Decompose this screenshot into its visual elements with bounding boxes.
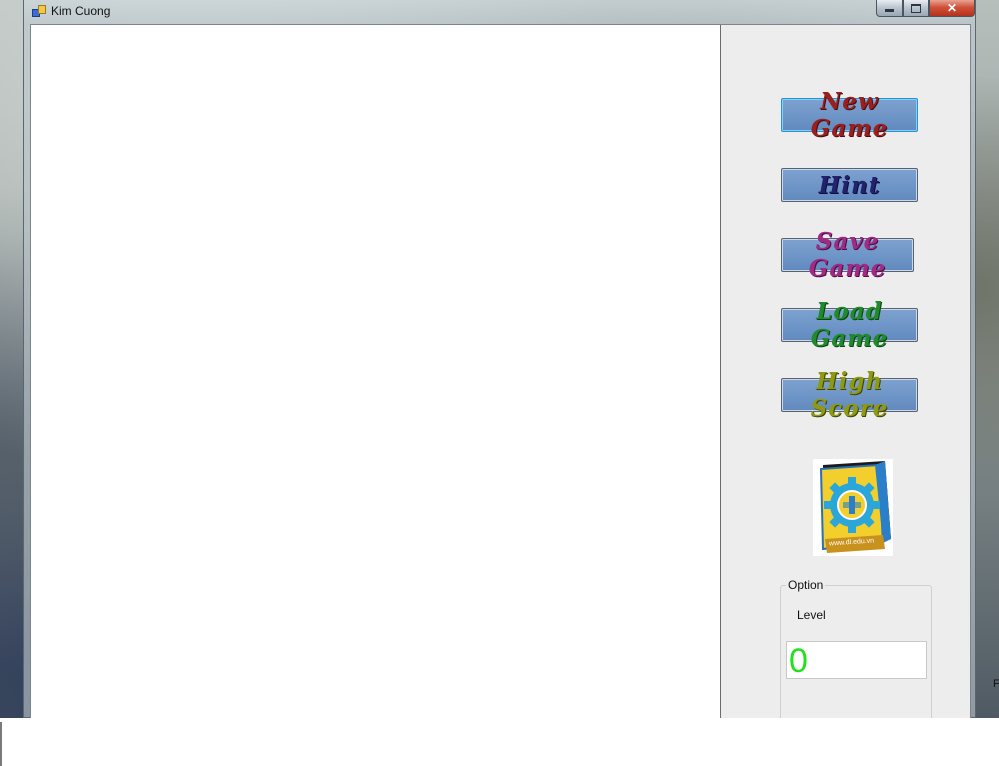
save-game-button[interactable]: Save Game: [781, 228, 914, 282]
high-score-label: High Score: [810, 368, 889, 422]
close-button[interactable]: ✕: [929, 0, 975, 17]
title-bar[interactable]: Kim Cuong ✕: [24, 0, 975, 24]
level-field[interactable]: 0: [786, 641, 927, 680]
minimize-button[interactable]: [876, 0, 903, 17]
load-game-label: Load Game: [810, 298, 889, 352]
new-game-label: New Game: [810, 88, 889, 142]
level-label: Level: [797, 608, 826, 622]
edge-text: F: [993, 678, 999, 690]
high-score-button[interactable]: High Score: [781, 368, 918, 422]
hint-label: Hint: [818, 171, 881, 199]
text-caret: [0, 722, 2, 766]
minimize-icon: [885, 9, 894, 12]
option-legend: Option: [786, 578, 826, 592]
app-icon: [32, 5, 46, 17]
client-area: New Game Hint Save Game Load Game High S…: [30, 24, 971, 725]
maximize-icon: [911, 3, 921, 13]
window-title: Kim Cuong: [51, 4, 111, 18]
close-icon: ✕: [946, 1, 958, 15]
window-controls: ✕: [876, 0, 975, 18]
hint-button[interactable]: Hint: [781, 168, 918, 202]
option-group: Option Level 0: [780, 578, 932, 725]
app-window: Kim Cuong ✕ New Game Hint Save Game Load…: [23, 0, 976, 725]
load-game-button[interactable]: Load Game: [781, 298, 918, 352]
game-board[interactable]: [31, 25, 721, 718]
maximize-button[interactable]: [903, 0, 929, 17]
new-game-button[interactable]: New Game: [781, 88, 918, 142]
school-logo: www.dl.edu.vn: [813, 459, 893, 556]
page-background: [0, 718, 999, 766]
save-game-label: Save Game: [808, 228, 887, 282]
